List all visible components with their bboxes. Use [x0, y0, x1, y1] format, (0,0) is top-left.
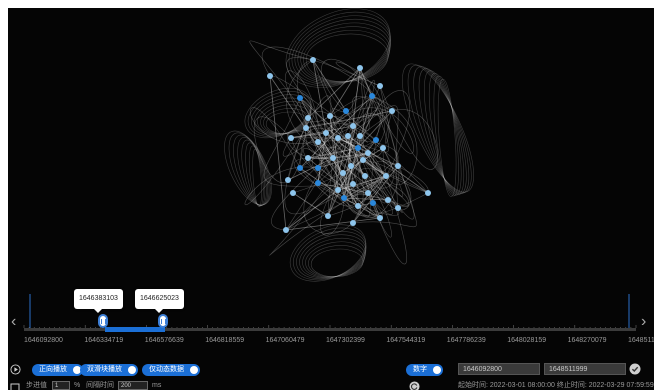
- graph-node: [343, 108, 349, 114]
- graph-node: [350, 181, 356, 187]
- graph-node: [360, 157, 366, 163]
- end-value-input[interactable]: 1648511999: [544, 363, 626, 375]
- graph-node: [310, 57, 316, 63]
- dynamic-only-label: 仅动态数据: [149, 366, 184, 373]
- graph-node: [350, 123, 356, 129]
- interval-input[interactable]: 200: [118, 381, 148, 390]
- start-value-input[interactable]: 1646092800: [458, 363, 540, 375]
- graph-node: [327, 113, 333, 119]
- graph-node: [377, 83, 383, 89]
- numeric-label: 数字: [413, 366, 427, 373]
- numeric-toggle[interactable]: 数字: [406, 364, 443, 376]
- graph-node: [395, 205, 401, 211]
- timeline-tick-label: 1647786239: [446, 337, 486, 344]
- graph-timeline-app: ‹ › 1646092800 1646334719 1646576639 164681…: [8, 8, 654, 390]
- range-end-handle[interactable]: [158, 314, 168, 328]
- graph-node: [303, 125, 309, 131]
- timeline-tick-label: 1647302399: [326, 337, 365, 344]
- graph-node: [330, 155, 336, 161]
- graph-node: [285, 177, 291, 183]
- refresh-icon[interactable]: [409, 381, 420, 390]
- graph-node: [365, 190, 371, 196]
- graph-edge-line: [285, 217, 381, 231]
- graph-loop-edge: [310, 248, 364, 278]
- graph-node: [315, 180, 321, 186]
- graph-node: [350, 220, 356, 226]
- step-unit: %: [74, 382, 81, 389]
- graph-node: [385, 197, 391, 203]
- timeline-tick-label: 1647544319: [386, 337, 426, 344]
- graph-node: [283, 227, 289, 233]
- range-start-tooltip: 1646383103: [74, 289, 123, 313]
- graph-node: [315, 165, 321, 171]
- graph-loop-edge: [248, 145, 264, 207]
- graph-node: [305, 155, 311, 161]
- graph-loop-edge: [289, 224, 367, 282]
- graph-node: [288, 135, 294, 141]
- graph-node: [345, 133, 351, 139]
- graph-edge-line: [292, 192, 329, 217]
- dual-slider-label: 双滑块播放: [87, 366, 122, 373]
- graph-node: [290, 190, 296, 196]
- graph-node: [340, 170, 346, 176]
- graph-node: [267, 73, 273, 79]
- graph-loop-edge: [241, 139, 267, 206]
- graph-node: [348, 163, 354, 169]
- graph-node: [341, 195, 347, 201]
- graph-node: [380, 145, 386, 151]
- timeline-selected-range: [105, 327, 165, 332]
- graph-node: [297, 165, 303, 171]
- graph-node: [377, 215, 383, 221]
- forward-play-toggle[interactable]: 正向播放: [32, 364, 83, 376]
- play-circle-icon[interactable]: [10, 364, 21, 375]
- time-range-text: 起始时间: 2022-03-01 08:00:00 终止时间: 2022-03-…: [458, 382, 654, 389]
- timeline-tick-label: 1648511999: [628, 337, 654, 344]
- graph-node: [297, 95, 303, 101]
- graph-node: [370, 200, 376, 206]
- step-label: 步进值: [26, 382, 47, 389]
- graph-node: [355, 145, 361, 151]
- dual-slider-toggle[interactable]: 双滑块播放: [80, 364, 138, 376]
- graph-node: [335, 135, 341, 141]
- interval-label: 间隔时间: [86, 382, 114, 389]
- graph-node: [369, 93, 375, 99]
- graph-node: [373, 137, 379, 143]
- timeline-tick-label: 1647060479: [265, 337, 305, 344]
- graph-node: [362, 173, 368, 179]
- playback-controls: 正向播放 双滑块播放 仅动态数据 数字 1646092800 164851199…: [8, 363, 654, 390]
- graph-loop-edge: [244, 87, 312, 139]
- graph-node: [357, 133, 363, 139]
- interval-unit: ms: [152, 382, 162, 389]
- graph-node: [325, 213, 331, 219]
- graph-node: [389, 108, 395, 114]
- range-end-tooltip: 1646625023: [135, 289, 184, 313]
- timeline-prev-arrow-icon[interactable]: ‹: [11, 314, 16, 330]
- timeline-tick-label: 1648270079: [567, 337, 607, 344]
- timeline-tick-label: 1648028159: [507, 337, 547, 344]
- graph-node: [355, 203, 361, 209]
- timeline-tick-label: 1646576639: [144, 337, 184, 344]
- network-graph[interactable]: [8, 8, 654, 308]
- graph-node: [395, 163, 401, 169]
- graph-node: [305, 115, 311, 121]
- timeline-tick-label: 1646092800: [24, 337, 63, 344]
- step-input[interactable]: 1: [52, 381, 70, 390]
- graph-node: [323, 130, 329, 136]
- graph-node: [365, 150, 371, 156]
- graph-node: [315, 139, 321, 145]
- range-start-handle[interactable]: [98, 314, 108, 328]
- dynamic-only-toggle[interactable]: 仅动态数据: [142, 364, 200, 376]
- graph-node: [425, 190, 431, 196]
- graph-node: [335, 187, 341, 193]
- timeline-tick-label: 1646334719: [84, 337, 124, 344]
- timeline-next-arrow-icon[interactable]: ›: [641, 314, 646, 330]
- timeline-tick-label: 1646818559: [205, 337, 245, 344]
- graph-loop-edge: [308, 245, 365, 278]
- calendar-icon: [10, 383, 20, 390]
- graph-node: [357, 65, 363, 71]
- graph-node: [383, 173, 389, 179]
- forward-play-label: 正向播放: [39, 366, 67, 373]
- check-circle-icon[interactable]: [629, 363, 641, 375]
- graph-loop-edge: [294, 19, 391, 84]
